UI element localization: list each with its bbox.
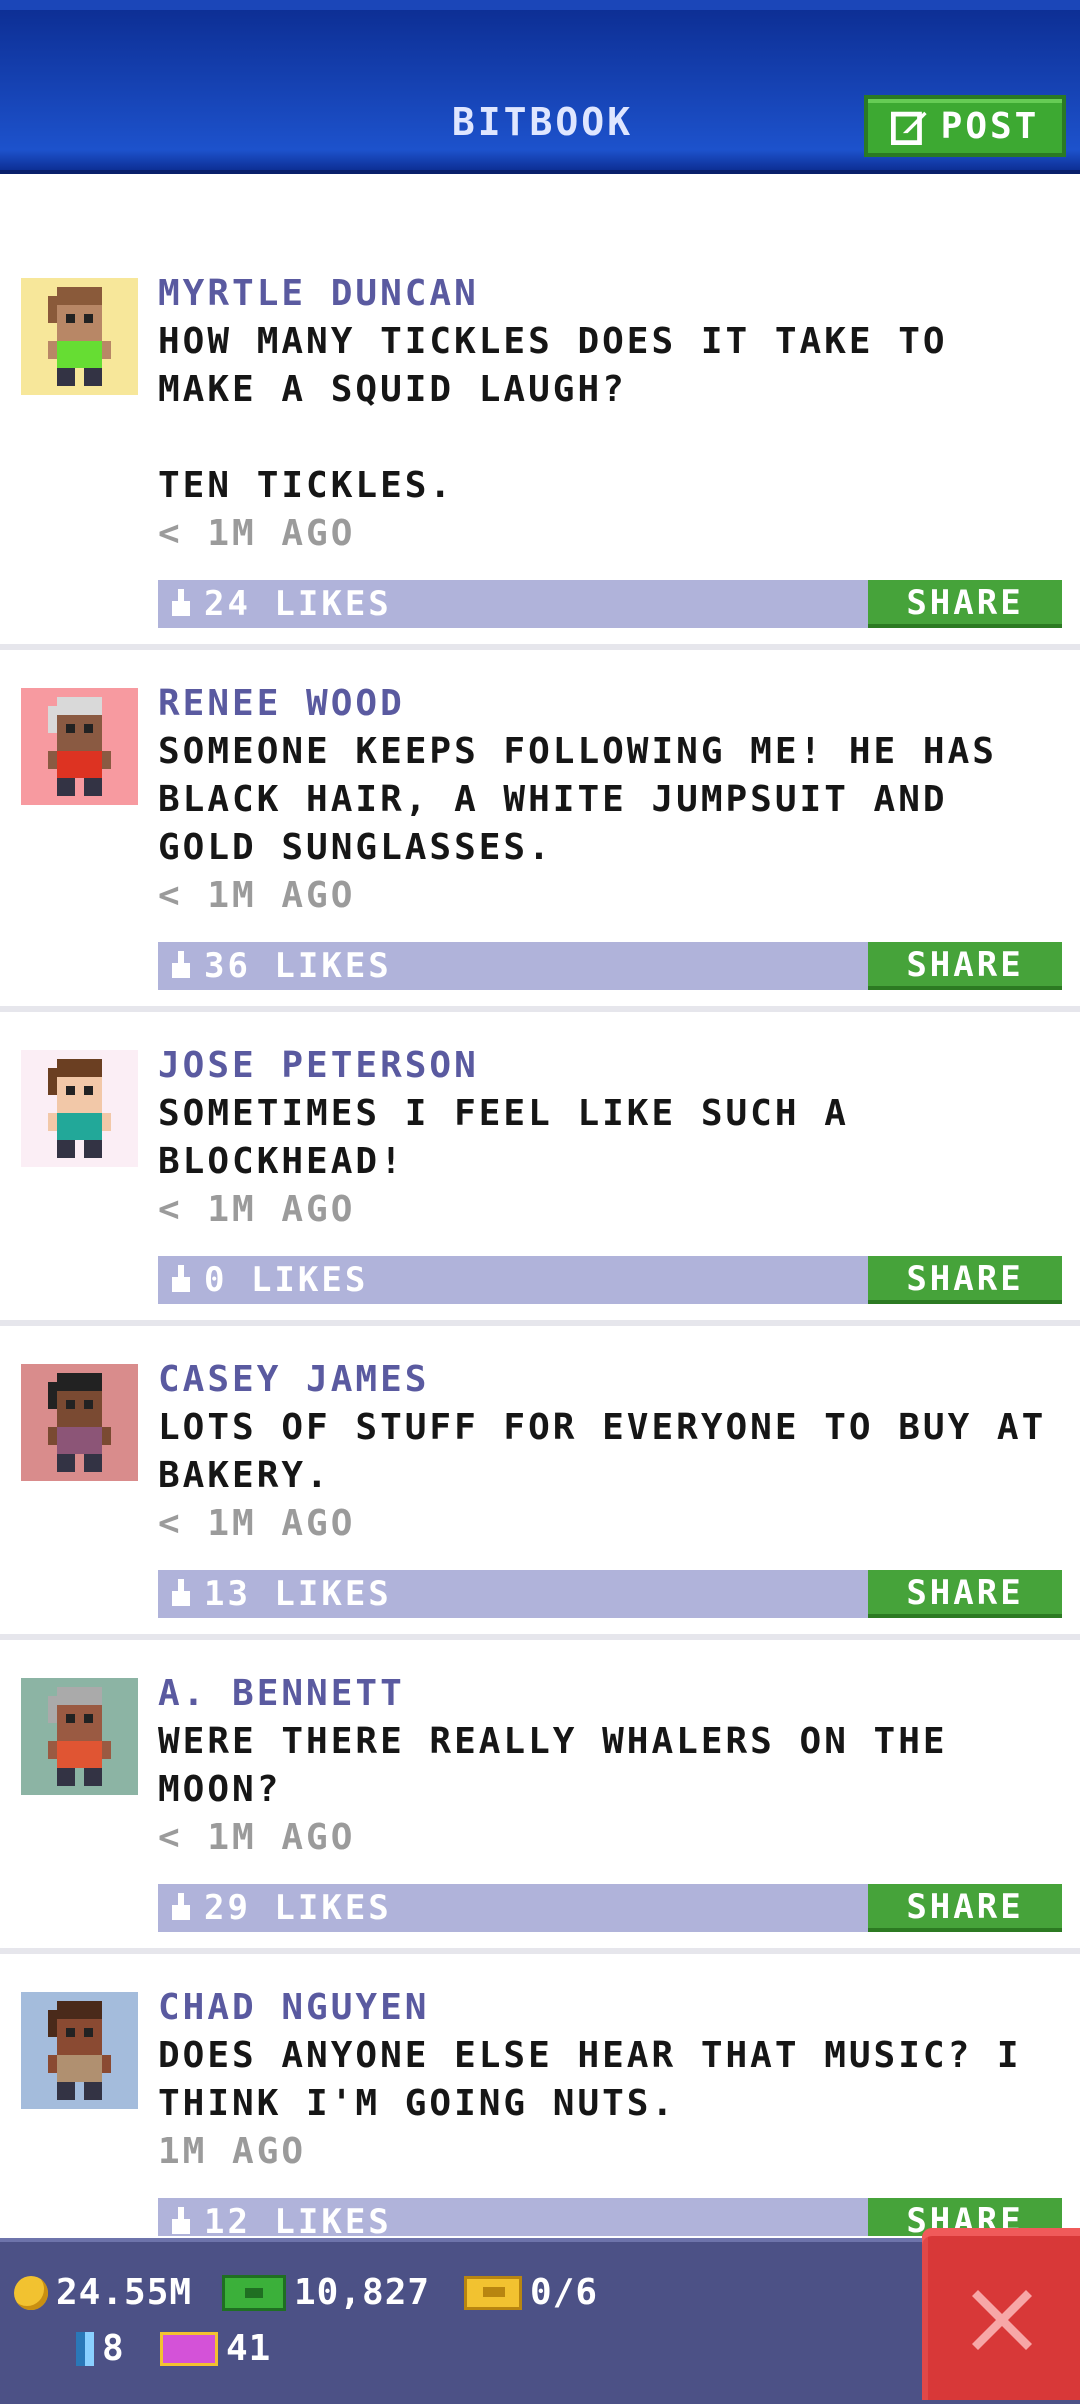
character-avatar-icon <box>21 1364 138 1481</box>
post-timestamp: 1M AGO <box>158 2131 307 2172</box>
post-content: MYRTLE DUNCAN HOW MANY TICKLES DOES IT TA… <box>158 270 1062 628</box>
like-button[interactable]: 13 LIKES <box>168 1570 392 1618</box>
bitbook-feed[interactable]: MYRTLE DUNCAN HOW MANY TICKLES DOES IT TA… <box>0 240 1080 2236</box>
post-button[interactable]: POST <box>864 95 1066 157</box>
like-button[interactable]: 0 LIKES <box>168 1256 368 1304</box>
close-button[interactable] <box>922 2228 1080 2400</box>
likes-count: 13 LIKES <box>204 1574 392 1614</box>
share-button[interactable]: SHARE <box>868 580 1062 628</box>
like-button[interactable]: 29 LIKES <box>168 1884 392 1932</box>
post-text: WERE THERE REALLY WHALERS ON THE MOON? <box>158 1721 973 1810</box>
post-text: SOMETIMES I FEEL LIKE SUCH A BLOCKHEAD! <box>158 1093 874 1182</box>
likes-bar: 13 LIKES SHARE <box>158 1570 1062 1618</box>
like-button[interactable]: 24 LIKES <box>168 580 392 628</box>
avatar[interactable] <box>21 1992 138 2109</box>
likes-count: 29 LIKES <box>204 1888 392 1928</box>
post-content: A. BENNETT WERE THERE REALLY WHALERS ON T… <box>158 1670 1062 1932</box>
post-author[interactable]: CHAD NGUYEN <box>158 1984 1058 2032</box>
post-item: CHAD NGUYEN DOES ANYONE ELSE HEAR THAT MU… <box>0 1954 1080 2236</box>
avatar[interactable] <box>21 1364 138 1481</box>
coins-stat: 24.55M <box>14 2272 192 2313</box>
post-text: DOES ANYONE ELSE HEAR THAT MUSIC? I THIN… <box>158 2035 1047 2124</box>
vip-ticket-icon <box>160 2331 218 2366</box>
share-button[interactable]: SHARE <box>868 1884 1062 1932</box>
vip-tickets-stat: 41 <box>160 2328 271 2369</box>
share-button[interactable]: SHARE <box>868 1570 1062 1618</box>
likes-count: 12 LIKES <box>204 2202 392 2236</box>
post-button-label: POST <box>940 105 1040 147</box>
post-author[interactable]: MYRTLE DUNCAN <box>158 270 1058 318</box>
app-header: BITBOOK POST <box>0 0 1080 174</box>
post-item: MYRTLE DUNCAN HOW MANY TICKLES DOES IT TA… <box>0 240 1080 650</box>
post-item: JOSE PETERSON SOMETIMES I FEEL LIKE SUCH … <box>0 1012 1080 1326</box>
character-avatar-icon <box>21 1992 138 2109</box>
likes-bar: 24 LIKES SHARE <box>158 580 1062 628</box>
bottle-icon <box>76 2331 94 2366</box>
thumbs-up-icon <box>172 589 190 616</box>
character-avatar-icon <box>21 278 138 395</box>
thumbs-up-icon <box>172 1265 190 1292</box>
like-button[interactable]: 36 LIKES <box>168 942 392 990</box>
bottles-stat: 8 <box>76 2328 125 2369</box>
post-timestamp: < 1M AGO <box>158 1189 356 1230</box>
post-content: RENEE WOOD SOMEONE KEEPS FOLLOWING ME! HE… <box>158 680 1062 990</box>
post-author[interactable]: A. BENNETT <box>158 1670 1058 1718</box>
thumbs-up-icon <box>172 1579 190 1606</box>
avatar[interactable] <box>21 688 138 805</box>
vip-tickets-value: 41 <box>226 2328 272 2369</box>
like-button[interactable]: 12 LIKES <box>168 2198 392 2236</box>
likes-bar: 29 LIKES SHARE <box>158 1884 1062 1932</box>
cash-stat: 10,827 <box>222 2272 430 2313</box>
cash-value: 10,827 <box>294 2272 431 2313</box>
post-timestamp: < 1M AGO <box>158 513 356 554</box>
post-item: A. BENNETT WERE THERE REALLY WHALERS ON T… <box>0 1640 1080 1954</box>
tickets-value: 0/6 <box>530 2272 599 2313</box>
post-item: RENEE WOOD SOMEONE KEEPS FOLLOWING ME! HE… <box>0 650 1080 1012</box>
thumbs-up-icon <box>172 1893 190 1920</box>
character-avatar-icon <box>21 1050 138 1167</box>
avatar[interactable] <box>21 1050 138 1167</box>
thumbs-up-icon <box>172 2207 190 2234</box>
post-author[interactable]: CASEY JAMES <box>158 1356 1058 1404</box>
post-content: JOSE PETERSON SOMETIMES I FEEL LIKE SUCH … <box>158 1042 1062 1304</box>
post-content: CASEY JAMES LOTS OF STUFF FOR EVERYONE TO… <box>158 1356 1071 1618</box>
character-avatar-icon <box>21 1678 138 1795</box>
character-avatar-icon <box>21 688 138 805</box>
coin-icon <box>14 2275 48 2310</box>
bottles-value: 8 <box>102 2328 125 2369</box>
post-timestamp: < 1M AGO <box>158 875 356 916</box>
post-text: HOW MANY TICKLES DOES IT TAKE TO MAKE A … <box>158 321 948 506</box>
avatar[interactable] <box>21 278 138 395</box>
post-timestamp: < 1M AGO <box>158 1503 356 1544</box>
likes-count: 0 LIKES <box>204 1260 369 1300</box>
post-author[interactable]: JOSE PETERSON <box>158 1042 1058 1090</box>
coins-value: 24.55M <box>56 2272 193 2313</box>
share-button[interactable]: SHARE <box>868 1256 1062 1304</box>
avatar[interactable] <box>21 1678 138 1795</box>
post-list: MYRTLE DUNCAN HOW MANY TICKLES DOES IT TA… <box>0 240 1080 2236</box>
tickets-stat: 0/6 <box>464 2272 598 2313</box>
post-author[interactable]: RENEE WOOD <box>158 680 1058 728</box>
post-text: SOMEONE KEEPS FOLLOWING ME! HE HAS BLACK… <box>158 731 1022 868</box>
post-item: CASEY JAMES LOTS OF STUFF FOR EVERYONE TO… <box>0 1326 1080 1640</box>
edit-icon <box>890 111 927 145</box>
share-button[interactable]: SHARE <box>868 942 1062 990</box>
close-icon <box>972 2290 1032 2350</box>
post-content: CHAD NGUYEN DOES ANYONE ELSE HEAR THAT MU… <box>158 1984 1062 2236</box>
likes-count: 24 LIKES <box>204 584 392 624</box>
post-timestamp: < 1M AGO <box>158 1817 356 1858</box>
likes-count: 36 LIKES <box>204 946 392 986</box>
likes-bar: 36 LIKES SHARE <box>158 942 1062 990</box>
likes-bar: 0 LIKES SHARE <box>158 1256 1062 1304</box>
thumbs-up-icon <box>172 951 190 978</box>
post-text: LOTS OF STUFF FOR EVERYONE TO BUY AT BAK… <box>158 1407 1071 1496</box>
bux-icon <box>222 2274 286 2311</box>
ticket-icon <box>464 2275 522 2310</box>
bottom-status-bar: 24.55M 10,827 0/6 8 41 <box>0 2238 1080 2404</box>
